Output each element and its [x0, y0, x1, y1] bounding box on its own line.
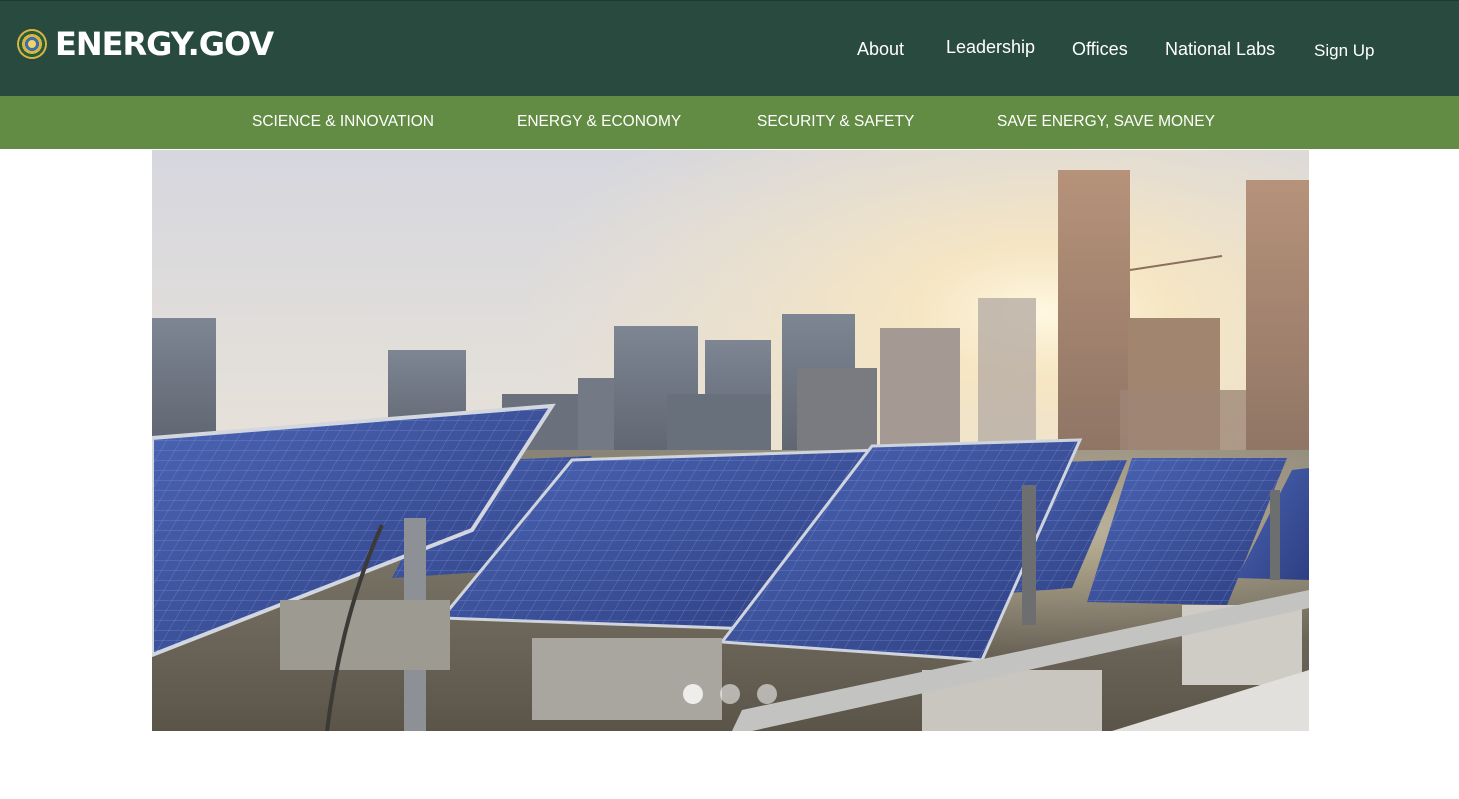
nav-sign-up[interactable]: Sign Up	[1314, 38, 1374, 64]
carousel-dot-3[interactable]	[757, 684, 777, 704]
topic-security-safety[interactable]: SECURITY & SAFETY	[757, 112, 914, 132]
energy-gov-logo[interactable]: ENERGY.GOV	[17, 25, 274, 63]
topic-energy-economy[interactable]: ENERGY & ECONOMY	[517, 112, 681, 132]
hero-image-solar-panels	[152, 150, 1309, 731]
nav-leadership[interactable]: Leadership	[946, 34, 1035, 60]
topic-save-energy[interactable]: SAVE ENERGY, SAVE MONEY	[997, 112, 1215, 132]
carousel-dot-1[interactable]	[683, 684, 703, 704]
carousel-indicators	[683, 684, 777, 704]
topic-science-innovation[interactable]: SCIENCE & INNOVATION	[252, 112, 434, 132]
logo-text: ENERGY.GOV	[55, 25, 274, 63]
topic-nav: SCIENCE & INNOVATION ENERGY & ECONOMY SE…	[0, 96, 1459, 149]
site-header: ENERGY.GOV About Leadership Offices Nati…	[0, 0, 1459, 96]
nav-about[interactable]: About	[857, 36, 904, 62]
carousel-dot-2[interactable]	[720, 684, 740, 704]
nav-offices[interactable]: Offices	[1072, 36, 1128, 62]
hero-carousel[interactable]	[152, 150, 1309, 731]
nav-national-labs[interactable]: National Labs	[1165, 36, 1275, 62]
doe-seal-icon	[17, 29, 47, 59]
